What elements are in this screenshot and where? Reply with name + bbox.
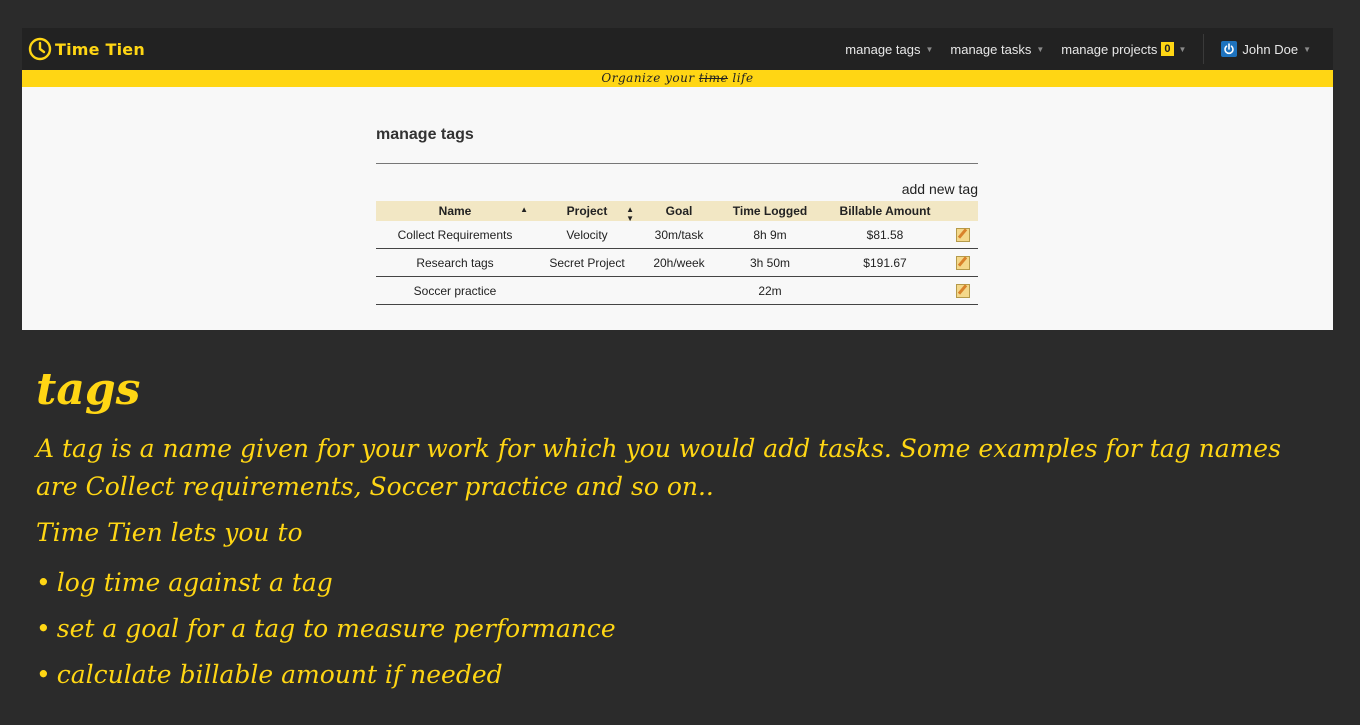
nav-manage-tasks-label: manage tasks — [950, 41, 1032, 57]
table-header-row: Name ▲ Project ▲ ▼ Goal Time Logged Billa… — [376, 201, 978, 223]
sort-ascending-icon: ▲ — [520, 205, 528, 214]
power-icon — [1221, 41, 1238, 57]
nav-menu: manage tags ▼ manage tasks ▼ manage proj… — [828, 28, 1311, 70]
app-window: Time Tien manage tags ▼ manage tasks ▼ m… — [22, 28, 1333, 330]
column-header-name-label: Name — [438, 204, 472, 218]
caret-down-icon: ▼ — [1178, 44, 1187, 54]
sort-both-icon: ▲ ▼ — [626, 205, 634, 223]
navbar: Time Tien manage tags ▼ manage tasks ▼ m… — [22, 28, 1333, 70]
cell-billable-amount: $81.58 — [822, 221, 948, 249]
edit-icon[interactable] — [956, 255, 970, 270]
nav-manage-tags-label: manage tags — [845, 41, 921, 57]
list-item: calculate billable amount if needed — [36, 652, 1296, 698]
cell-time-logged: 3h 50m — [718, 248, 822, 277]
column-header-time-logged: Time Logged — [718, 201, 822, 221]
cell-billable-amount: $191.67 — [822, 248, 948, 277]
cell-billable-amount — [822, 276, 948, 305]
brand-name: Time Tien — [55, 39, 145, 59]
feature-list: log time against a tag set a goal for a … — [36, 560, 1296, 698]
tagline-banner: Organize your time life — [22, 70, 1333, 87]
cell-goal: 20h/week — [640, 248, 718, 277]
column-header-project[interactable]: Project ▲ ▼ — [534, 201, 640, 223]
column-header-goal: Goal — [640, 201, 718, 221]
edit-icon[interactable] — [956, 227, 970, 242]
cell-name: Soccer practice — [376, 276, 534, 305]
column-header-name[interactable]: Name ▲ — [376, 201, 534, 221]
tagline-struck: time — [698, 71, 729, 85]
user-menu[interactable]: John Doe ▼ — [1221, 41, 1311, 57]
section-heading: tags — [36, 364, 141, 415]
cell-project: Velocity — [534, 221, 640, 249]
cell-time-logged: 22m — [718, 276, 822, 305]
cell-name: Research tags — [376, 248, 534, 277]
tagline-after: life — [728, 71, 754, 85]
tags-table: Name ▲ Project ▲ ▼ Goal Time Logged Billa… — [376, 201, 978, 305]
nav-manage-projects-label: manage projects — [1061, 41, 1158, 57]
table-row: Research tags Secret Project 20h/week 3h… — [376, 248, 978, 277]
edit-icon[interactable] — [956, 283, 970, 298]
caret-down-icon: ▼ — [1036, 44, 1045, 54]
nav-manage-tasks[interactable]: manage tasks ▼ — [950, 42, 1044, 57]
nav-manage-projects[interactable]: manage projects 0 ▼ — [1061, 42, 1186, 57]
table-row: Soccer practice 22m — [376, 276, 978, 305]
cell-name: Collect Requirements — [376, 221, 534, 249]
column-header-actions — [948, 201, 978, 221]
section-intro: Time Tien lets you to — [36, 518, 303, 547]
cell-goal — [640, 276, 718, 305]
nav-divider — [1203, 34, 1205, 64]
cell-project: Secret Project — [534, 248, 640, 277]
cell-project — [534, 276, 640, 305]
cell-time-logged: 8h 9m — [718, 221, 822, 249]
cell-actions — [948, 276, 978, 305]
caret-down-icon: ▼ — [1303, 44, 1311, 54]
list-item: set a goal for a tag to measure performa… — [36, 606, 1296, 652]
cell-actions — [948, 248, 978, 277]
brand[interactable]: Time Tien — [28, 37, 145, 61]
cell-actions — [948, 221, 978, 249]
clock-icon — [28, 37, 52, 61]
title-divider — [376, 163, 978, 164]
column-header-project-label: Project — [566, 204, 608, 218]
feature-description: tags A tag is a name given for your work… — [36, 362, 1296, 698]
section-paragraph: A tag is a name given for your work for … — [36, 434, 1281, 501]
tagline-before: Organize your — [601, 71, 699, 85]
page-title: manage tags — [376, 126, 474, 143]
cell-goal: 30m/task — [640, 221, 718, 249]
nav-manage-tags[interactable]: manage tags ▼ — [845, 42, 933, 57]
column-header-billable-amount: Billable Amount — [822, 201, 948, 221]
main-content: manage tags add new tag Name ▲ Project ▲… — [376, 126, 978, 305]
projects-count-badge: 0 — [1161, 42, 1174, 56]
add-new-tag-link[interactable]: add new tag — [376, 181, 978, 199]
user-name: John Doe — [1242, 41, 1299, 57]
list-item: log time against a tag — [36, 560, 1296, 606]
table-row: Collect Requirements Velocity 30m/task 8… — [376, 221, 978, 249]
caret-down-icon: ▼ — [925, 44, 934, 54]
